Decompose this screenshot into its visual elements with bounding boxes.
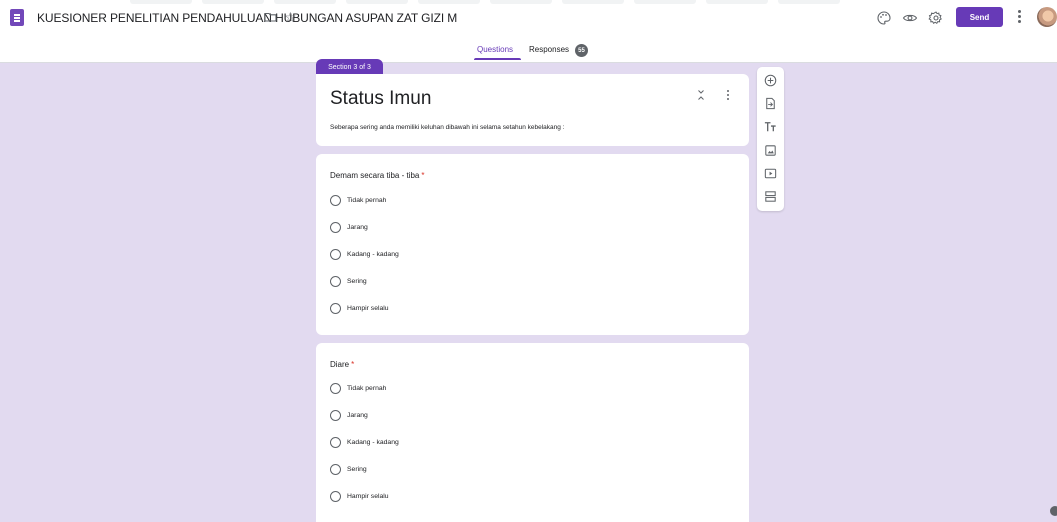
question-title: Demam secara tiba - tiba *	[330, 171, 425, 180]
collapse-section-icon[interactable]	[696, 89, 706, 101]
radio-button[interactable]	[330, 490, 341, 502]
radio-option[interactable]: Tidak pernah	[330, 194, 386, 206]
browser-tab-strip	[130, 0, 840, 4]
radio-button[interactable]	[330, 194, 341, 206]
required-asterisk: *	[351, 360, 355, 369]
radio-button[interactable]	[330, 248, 341, 260]
preview-eye-icon[interactable]	[902, 10, 918, 26]
radio-button[interactable]	[330, 221, 341, 233]
question-card[interactable]: Demam secara tiba - tiba * Tidak pernah J…	[316, 154, 749, 335]
floating-toolbar	[757, 67, 784, 211]
settings-gear-icon[interactable]	[928, 10, 944, 26]
section-description[interactable]: Seberapa sering anda memiliki keluhan di…	[330, 124, 565, 131]
radio-button[interactable]	[330, 275, 341, 287]
section-tag: Section 3 of 3	[316, 59, 383, 75]
more-vert-icon[interactable]	[1018, 10, 1022, 24]
responses-count-badge: 55	[575, 44, 588, 57]
radio-option[interactable]: Sering	[330, 463, 367, 475]
add-image-icon[interactable]	[763, 143, 778, 158]
section-more-icon[interactable]	[727, 90, 730, 102]
add-section-icon[interactable]	[763, 189, 778, 204]
radio-option[interactable]: Jarang	[330, 409, 368, 421]
avatar[interactable]	[1037, 7, 1057, 27]
radio-button[interactable]	[330, 436, 341, 448]
radio-option[interactable]: Hampir selalu	[330, 302, 389, 314]
required-asterisk: *	[421, 171, 425, 180]
radio-button[interactable]	[330, 463, 341, 475]
document-title[interactable]: KUESIONER PENELITIAN PENDAHULUAN HUBUNGA…	[37, 11, 457, 25]
palette-icon[interactable]	[876, 10, 892, 26]
add-video-icon[interactable]	[763, 166, 778, 181]
tab-responses[interactable]: Responses	[529, 45, 569, 54]
add-title-icon[interactable]	[763, 119, 778, 134]
radio-option[interactable]: Hampir selalu	[330, 490, 389, 502]
question-card[interactable]: Diare * Tidak pernah Jarang Kadang - kada…	[316, 343, 749, 522]
radio-button[interactable]	[330, 302, 341, 314]
help-icon[interactable]	[1050, 506, 1057, 516]
radio-option[interactable]: Tidak pernah	[330, 382, 386, 394]
radio-option[interactable]: Sering	[330, 275, 367, 287]
active-tab-indicator	[474, 58, 521, 60]
radio-option[interactable]: Kadang - kadang	[330, 436, 399, 448]
radio-button[interactable]	[330, 382, 341, 394]
folder-icon[interactable]	[264, 12, 277, 22]
add-question-icon[interactable]	[763, 73, 778, 88]
forms-app-icon[interactable]	[10, 9, 24, 26]
send-button[interactable]: Send	[956, 7, 1003, 27]
section-header-card[interactable]: Status Imun Seberapa sering anda memilik…	[316, 74, 749, 146]
tab-bar: Questions Responses	[0, 42, 1057, 62]
section-title[interactable]: Status Imun	[330, 88, 431, 110]
radio-option[interactable]: Jarang	[330, 221, 368, 233]
radio-button[interactable]	[330, 409, 341, 421]
star-icon[interactable]: ☆	[284, 10, 297, 24]
import-questions-icon[interactable]	[763, 96, 778, 111]
tab-questions[interactable]: Questions	[477, 45, 513, 54]
radio-option[interactable]: Kadang - kadang	[330, 248, 399, 260]
question-title: Diare *	[330, 360, 355, 369]
